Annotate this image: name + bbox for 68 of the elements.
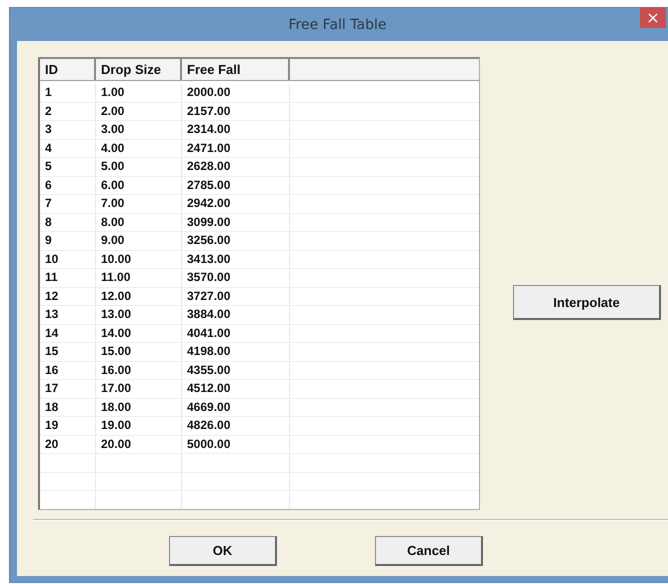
- table-cell: 5000.00: [182, 436, 290, 453]
- table-cell: 6: [40, 176, 96, 194]
- table-cell: 18.00: [96, 398, 182, 416]
- table-cell: 4041.00: [182, 324, 290, 342]
- table-cell: 2785.00: [182, 176, 290, 194]
- table-cell: 17: [40, 380, 96, 398]
- table-cell: 2314.00: [182, 121, 290, 138]
- table-cell: 4: [40, 140, 96, 157]
- table-cell: 14: [40, 324, 96, 342]
- table-cell: 3099.00: [182, 214, 290, 231]
- table-cell: 4.00: [96, 140, 182, 157]
- table-cell: 1: [40, 84, 96, 102]
- table-cell: 2: [40, 102, 96, 120]
- table-cell: 9.00: [96, 232, 182, 250]
- column-header[interactable]: Free Fall: [182, 59, 290, 80]
- column-header[interactable]: Drop Size: [96, 59, 182, 80]
- table-cell: 19.00: [96, 417, 182, 434]
- table-cell: 4669.00: [182, 398, 290, 416]
- table-cell: 7: [40, 195, 96, 212]
- table-cell: 3256.00: [182, 232, 290, 250]
- dialog-button[interactable]: OK: [169, 536, 277, 566]
- table-cell: 2942.00: [182, 195, 290, 212]
- table-cell: 15.00: [96, 343, 182, 360]
- table-cell: 3: [40, 121, 96, 138]
- table-cell: 2.00: [96, 102, 182, 120]
- table-cell: 8: [40, 214, 96, 231]
- table-cell: 3727.00: [182, 288, 290, 305]
- table-cell: 3.00: [96, 121, 182, 138]
- table-cell: 11: [40, 269, 96, 286]
- table-cell: 18: [40, 398, 96, 416]
- table-cell: 7.00: [96, 195, 182, 212]
- table-cell: 13: [40, 306, 96, 324]
- table-cell: 14.00: [96, 324, 182, 342]
- interpolate-button[interactable]: Interpolate: [513, 285, 661, 320]
- table-cell: 15: [40, 343, 96, 360]
- table-cell: 5.00: [96, 158, 182, 176]
- table-cell: 19: [40, 417, 96, 434]
- table-cell: 2000.00: [182, 84, 290, 102]
- table-cell: 1.00: [96, 84, 182, 102]
- table-cell: 4198.00: [182, 343, 290, 360]
- dialog-button[interactable]: Cancel: [375, 536, 483, 566]
- table-cell: 3570.00: [182, 269, 290, 286]
- table-cell: 2157.00: [182, 102, 290, 120]
- table-cell: 2471.00: [182, 140, 290, 157]
- table-cell: 17.00: [96, 380, 182, 398]
- table-cell: 5: [40, 158, 96, 176]
- table-cell: 9: [40, 232, 96, 250]
- table-cell: 10: [40, 250, 96, 268]
- table-cell: 4512.00: [182, 380, 290, 398]
- table-cell: 13.00: [96, 306, 182, 324]
- table-cell: 11.00: [96, 269, 182, 286]
- table-cell: 3413.00: [182, 250, 290, 268]
- table-cell: 8.00: [96, 214, 182, 231]
- table-cell: 3884.00: [182, 306, 290, 324]
- table-cell: 6.00: [96, 176, 182, 194]
- table-cell: 2628.00: [182, 158, 290, 176]
- table-cell: 10.00: [96, 250, 182, 268]
- table-cell: 16: [40, 362, 96, 379]
- table-cell: 12: [40, 288, 96, 305]
- table-cell: 20.00: [96, 436, 182, 453]
- table-cell: 16.00: [96, 362, 182, 379]
- table-cell: 20: [40, 436, 96, 453]
- close-button[interactable]: ×: [640, 7, 666, 28]
- column-header[interactable]: ID: [40, 59, 96, 80]
- window-title: Free Fall Table: [288, 16, 386, 32]
- table-cell: 4355.00: [182, 362, 290, 379]
- table-cell: 12.00: [96, 288, 182, 305]
- table-cell: 4826.00: [182, 417, 290, 434]
